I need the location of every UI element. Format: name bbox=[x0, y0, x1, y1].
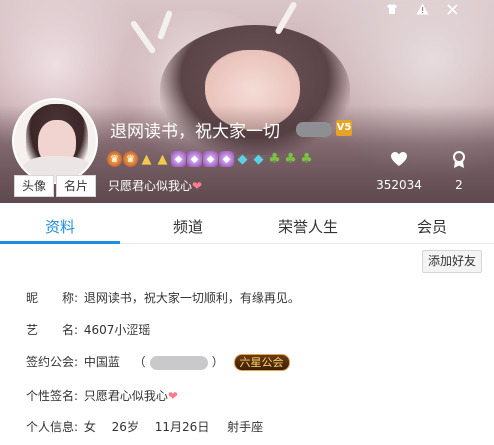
signature-label: 个性签名: bbox=[26, 389, 79, 403]
add-friend-button[interactable]: 添加好友 bbox=[422, 250, 482, 273]
age-value: 26岁 bbox=[111, 420, 139, 434]
vip-level-badge[interactable]: V5 bbox=[336, 120, 352, 136]
heart-icon: ❤ bbox=[192, 179, 203, 193]
gender-value: 女 bbox=[83, 420, 96, 434]
medal-row: ♛ ♛ ▲ ▲ ◆ ◆ ◆ ◆ ◆ ◆ ♣ ♣ ♣ bbox=[107, 151, 314, 167]
close-icon[interactable] bbox=[440, 2, 464, 20]
tab-channel[interactable]: 频道 bbox=[128, 216, 248, 237]
leaf-medal-icon[interactable]: ♣ bbox=[267, 151, 282, 167]
art-name-value: 4607小涩瑶 bbox=[83, 323, 151, 337]
info-row-nickname: 昵 称: 退网读书，祝大家一切顺利，有缘再见。 bbox=[26, 289, 300, 306]
union-rank-badge[interactable]: 六星公会 bbox=[233, 354, 290, 371]
union-label: 签约公会: bbox=[26, 355, 79, 369]
redacted-union-id bbox=[149, 355, 208, 370]
info-row-union: 签约公会: 中国蓝 （ ） 六星公会 bbox=[26, 353, 290, 371]
active-tab-indicator bbox=[0, 241, 120, 244]
signature-value-text: 只愿君心似我心 bbox=[83, 389, 168, 403]
union-close-paren: ） bbox=[211, 355, 224, 369]
gold-medal-icon[interactable]: ▲ bbox=[155, 151, 170, 167]
info-row-signature: 个性签名: 只愿君心似我心❤ bbox=[26, 387, 178, 404]
union-value: 中国蓝 （ ） 六星公会 bbox=[84, 353, 290, 371]
signature-value: 只愿君心似我心❤ bbox=[84, 387, 178, 404]
union-name: 中国蓝 bbox=[83, 355, 120, 369]
tab-honor[interactable]: 荣誉人生 bbox=[248, 216, 368, 237]
heart-icon: ❤ bbox=[167, 389, 178, 403]
crown-medal-icon[interactable]: ♛ bbox=[107, 151, 122, 167]
avatar-tab[interactable]: 头像 bbox=[14, 175, 54, 197]
purple-medal-icon[interactable]: ◆ bbox=[171, 151, 186, 167]
likes-count: 352034 bbox=[376, 178, 422, 192]
card-tab[interactable]: 名片 bbox=[56, 175, 96, 197]
purple-medal-icon[interactable]: ◆ bbox=[203, 151, 218, 167]
personal-label: 个人信息: bbox=[26, 420, 79, 434]
tab-member[interactable]: 会员 bbox=[372, 216, 492, 237]
profile-tabs: 资料 频道 荣誉人生 会员 bbox=[0, 210, 494, 244]
signature-text: 只愿君心似我心 bbox=[108, 179, 193, 193]
art-name-label: 艺 名: bbox=[26, 323, 79, 337]
zodiac-value: 射手座 bbox=[227, 420, 264, 434]
profile-nickname: 退网读书，祝大家一切 bbox=[110, 122, 280, 142]
leaf-medal-icon[interactable]: ♣ bbox=[283, 151, 298, 167]
leaf-medal-icon[interactable]: ♣ bbox=[299, 151, 314, 167]
skin-icon[interactable] bbox=[380, 2, 404, 20]
birthday-value: 11月26日 bbox=[154, 420, 210, 434]
nickname-value: 退网读书，祝大家一切顺利，有缘再见。 bbox=[83, 291, 300, 305]
heart-icon[interactable] bbox=[384, 151, 414, 172]
profile-signature: 只愿君心似我心❤ bbox=[108, 177, 202, 194]
info-row-personal: 个人信息: 女 26岁 11月26日 射手座 bbox=[26, 418, 263, 435]
nickname-label: 昵 称: bbox=[26, 291, 79, 305]
crown-medal-icon[interactable]: ♛ bbox=[123, 151, 138, 167]
redacted-text bbox=[296, 122, 332, 137]
gold-medal-icon[interactable]: ▲ bbox=[139, 151, 154, 167]
purple-medal-icon[interactable]: ◆ bbox=[219, 151, 234, 167]
cyan-medal-icon[interactable]: ◆ bbox=[251, 151, 266, 167]
info-row-art-name: 艺 名: 4607小涩瑶 bbox=[26, 321, 150, 338]
avatar[interactable] bbox=[12, 98, 98, 184]
cyan-medal-icon[interactable]: ◆ bbox=[235, 151, 250, 167]
union-open-paren: （ bbox=[133, 355, 146, 369]
award-icon[interactable] bbox=[444, 151, 474, 174]
tab-info[interactable]: 资料 bbox=[0, 216, 120, 237]
warning-icon[interactable] bbox=[410, 2, 434, 20]
rank-count: 2 bbox=[455, 178, 463, 192]
purple-medal-icon[interactable]: ◆ bbox=[187, 151, 202, 167]
